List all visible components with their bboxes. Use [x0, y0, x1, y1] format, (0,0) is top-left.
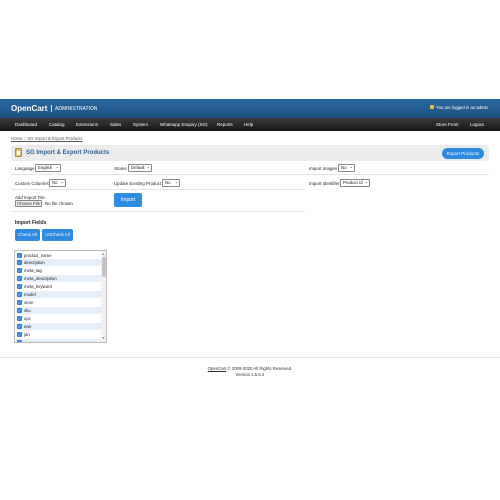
list-item[interactable]: ✓ store — [16, 299, 101, 306]
opencart-logo[interactable]: OpenCart — [11, 104, 47, 113]
list-item[interactable]: ✓ upc — [16, 315, 101, 322]
checkbox-checked-icon[interactable]: ✓ — [17, 253, 22, 258]
checkbox-checked-icon[interactable]: ✓ — [17, 260, 22, 265]
scrollbar-thumb[interactable] — [102, 257, 106, 277]
menu-help[interactable]: Help — [244, 122, 253, 127]
checkbox-checked-icon[interactable]: ✓ — [17, 268, 22, 273]
checkbox-checked-icon[interactable]: ✓ — [17, 300, 22, 305]
copyright-text: © 2009-2020 All Rights Reserved. — [227, 366, 293, 371]
export-products-button[interactable]: Export Products — [442, 148, 484, 159]
lock-icon — [430, 105, 434, 109]
list-item[interactable]: ✓ ean — [16, 323, 101, 330]
custom-columns-label: Custom Columns — [15, 181, 49, 186]
import-fields-list[interactable]: ✓ product_name ✓ description ✓ meta_tag ✓ me… — [14, 250, 107, 343]
update-existing-select[interactable]: No — [162, 179, 180, 187]
logout-link[interactable]: Logout — [470, 122, 484, 127]
checkbox-checked-icon[interactable]: ✓ — [17, 316, 22, 321]
menu-dashboard[interactable]: Dashboard — [15, 122, 37, 127]
row-divider — [11, 174, 489, 175]
import-fields-title: Import Fields — [15, 220, 47, 226]
logged-in-status: You are logged in as admin — [436, 105, 488, 110]
import-images-select[interactable]: No — [338, 164, 355, 172]
no-file-chosen: No file chosen — [45, 201, 73, 206]
language-select[interactable]: English — [35, 164, 61, 172]
breadcrumb[interactable]: Home :: SG Import & Export Products — [11, 136, 83, 141]
footer-version: Version 1.5.6.4 — [235, 372, 265, 377]
clipboard-icon — [15, 148, 22, 157]
list-item[interactable]: ✓ meta_keyword — [16, 283, 101, 290]
stores-select[interactable]: Default — [128, 164, 152, 172]
scroll-up-icon[interactable]: ▲ — [102, 252, 105, 256]
menu-whatsapp-enquiry[interactable]: Whatsapp Enquiry (SG) — [160, 122, 208, 127]
menu-reports[interactable]: Reports — [217, 122, 233, 127]
store-front-link[interactable]: Store Front — [436, 122, 459, 127]
checkbox-checked-icon[interactable]: ✓ — [17, 276, 22, 281]
menu-catalog[interactable]: Catalog — [49, 122, 65, 127]
checkbox-checked-icon[interactable]: ✓ — [17, 284, 22, 289]
choose-file-button[interactable]: Choose File — [15, 200, 42, 207]
list-item[interactable]: ✓ — [16, 339, 101, 342]
menu-system[interactable]: System — [133, 122, 148, 127]
checkbox-checked-icon[interactable]: ✓ — [17, 324, 22, 329]
page-title: SG Import & Export Products — [26, 150, 110, 156]
scroll-down-icon[interactable]: ▼ — [102, 336, 105, 340]
menu-sales[interactable]: Sales — [110, 122, 121, 127]
checkbox-checked-icon[interactable]: ✓ — [17, 340, 22, 342]
list-item[interactable]: ✓ model — [16, 291, 101, 298]
update-existing-label: Update Existing Product — [114, 181, 162, 186]
checkbox-checked-icon[interactable]: ✓ — [17, 308, 22, 313]
footer-copyright: OpenCart © 2009-2020 All Rights Reserved… — [0, 366, 500, 371]
admin-subtitle: ADMINISTRATION — [55, 106, 98, 112]
uncheck-all-button[interactable]: UnCheck All — [42, 229, 73, 241]
list-item[interactable]: ✓ description — [16, 259, 101, 266]
checkbox-checked-icon[interactable]: ✓ — [17, 332, 22, 337]
import-button[interactable]: Import — [114, 193, 142, 207]
custom-columns-select[interactable]: No — [49, 179, 66, 187]
checkbox-checked-icon[interactable]: ✓ — [17, 292, 22, 297]
footer-opencart-link[interactable]: OpenCart — [208, 366, 227, 371]
row-divider — [11, 189, 305, 190]
import-identifier-select[interactable]: Product Id — [340, 179, 370, 187]
menu-extensions[interactable]: Extensions — [76, 122, 98, 127]
list-item[interactable]: ✓ meta_description — [16, 275, 101, 282]
list-item[interactable]: ✓ sku — [16, 307, 101, 314]
list-item[interactable]: ✓ meta_tag — [16, 267, 101, 274]
row-divider — [11, 211, 305, 212]
import-identifier-label: Import Identifier — [309, 181, 340, 186]
check-all-button[interactable]: Check All — [15, 229, 40, 241]
stores-label: Stores — [114, 166, 127, 171]
language-label: Language — [15, 166, 35, 171]
list-item[interactable]: ✓ product_name — [16, 252, 101, 259]
import-images-label: Import Images — [309, 166, 338, 171]
list-item[interactable]: ✓ jan — [16, 331, 101, 338]
footer-divider — [0, 357, 500, 358]
logo-divider — [51, 105, 52, 112]
